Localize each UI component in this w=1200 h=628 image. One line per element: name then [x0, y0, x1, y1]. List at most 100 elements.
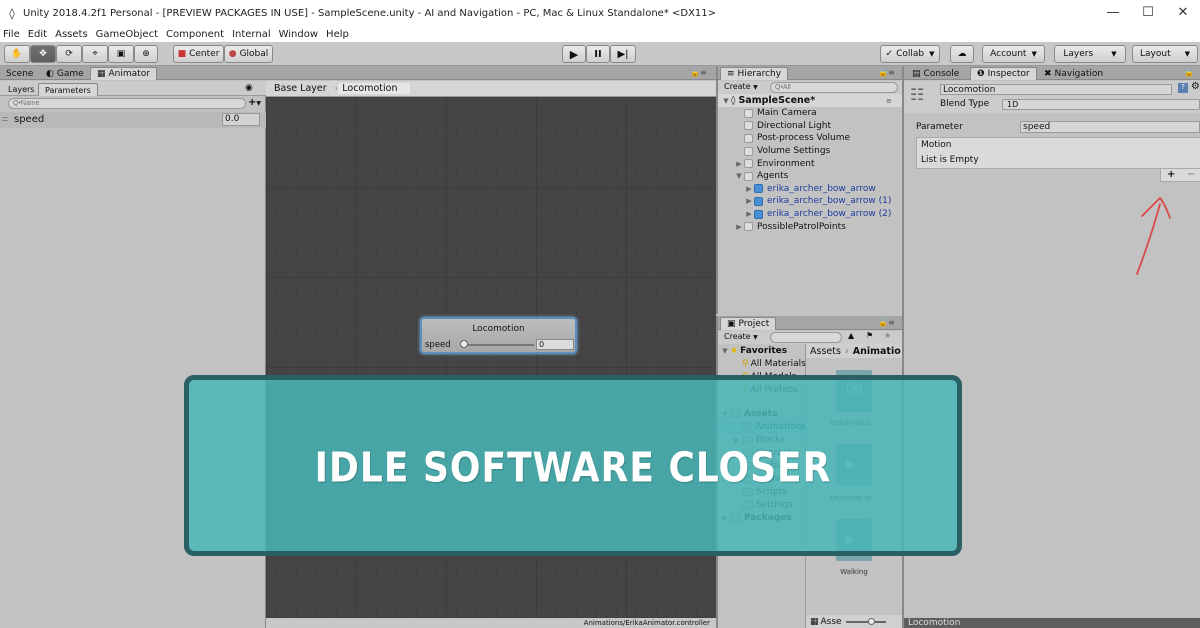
- eye-icon[interactable]: ◉: [245, 83, 253, 93]
- node-param-label: speed: [425, 340, 451, 350]
- breadcrumb-assets[interactable]: Assets: [810, 346, 841, 357]
- project-create-button[interactable]: Create ▼: [724, 332, 758, 341]
- parameter-value[interactable]: 0.0: [222, 113, 260, 126]
- rect-icon: ▣: [116, 49, 126, 59]
- drag-handle-icon[interactable]: [2, 117, 8, 121]
- hierarchy-item[interactable]: Volume Settings: [734, 145, 830, 158]
- scene-menu-icon[interactable]: ≡: [886, 97, 892, 105]
- collab-dropdown[interactable]: ✓ Collab ▼: [880, 45, 940, 63]
- slider-thumb[interactable]: [867, 617, 875, 625]
- rotate-tool-button[interactable]: ⟳: [56, 45, 82, 63]
- hierarchy-item-label: erika_archer_bow_arrow (1): [767, 196, 892, 207]
- object-name-field[interactable]: Locomotion: [940, 84, 1172, 95]
- parameter-search-input[interactable]: [8, 98, 246, 109]
- tab-project[interactable]: ▣ Project: [720, 317, 777, 330]
- info-icon: ❶: [977, 69, 985, 79]
- project-search-input[interactable]: [770, 332, 842, 343]
- pivot-center-button[interactable]: ■ Center: [173, 45, 224, 63]
- menu-gameobject[interactable]: GameObject: [93, 29, 163, 40]
- help-icon[interactable]: ?: [1178, 83, 1188, 93]
- remove-motion-button[interactable]: −: [1187, 169, 1195, 180]
- tab-game[interactable]: ◐ Game: [40, 67, 90, 80]
- hierarchy-item[interactable]: Post-process Volume: [734, 132, 850, 145]
- expand-arrow-icon[interactable]: ▶: [744, 210, 754, 218]
- menu-window[interactable]: Window: [276, 29, 323, 40]
- hierarchy-create-button[interactable]: Create ▼: [724, 82, 758, 91]
- parameter-row[interactable]: speed 0.0: [0, 112, 266, 128]
- scene-root[interactable]: ▼ ◊ SampleScene* ≡: [718, 94, 902, 107]
- space-global-button[interactable]: ● Global: [224, 45, 273, 63]
- lock-icon[interactable]: 🔒≡: [690, 68, 707, 77]
- menu-file[interactable]: File: [0, 29, 25, 40]
- expand-arrow-icon[interactable]: ▶: [734, 160, 744, 168]
- tab-parameters[interactable]: Parameters: [38, 83, 98, 96]
- menu-help[interactable]: Help: [323, 29, 354, 40]
- rect-tool-button[interactable]: ▣: [108, 45, 134, 63]
- tab-scene[interactable]: Scene: [0, 67, 39, 80]
- hand-tool-button[interactable]: ✋: [4, 45, 30, 63]
- hierarchy-item[interactable]: ▼ Agents: [734, 170, 788, 183]
- hand-icon: ✋: [11, 49, 23, 59]
- scale-tool-button[interactable]: ⌖: [82, 45, 108, 63]
- lock-icon[interactable]: 🔒≡: [878, 318, 895, 327]
- layers-dropdown[interactable]: Layers ▼: [1054, 45, 1126, 63]
- tab-navigation[interactable]: ✖ Navigation: [1038, 67, 1109, 80]
- menu-internal[interactable]: Internal: [229, 29, 276, 40]
- filter-type-icon[interactable]: ▲: [848, 331, 854, 340]
- expand-arrow-icon[interactable]: ▶: [744, 197, 754, 205]
- add-motion-button[interactable]: +: [1167, 169, 1175, 180]
- tab-console[interactable]: ▤ Console: [906, 67, 965, 80]
- lock-icon[interactable]: 🔒: [1184, 68, 1194, 77]
- gear-icon[interactable]: ⚙: [1191, 81, 1200, 92]
- layout-dropdown[interactable]: Layout ▼: [1132, 45, 1198, 63]
- blend-tree-node[interactable]: Locomotion speed 0: [420, 317, 577, 354]
- hierarchy-search-input[interactable]: [770, 82, 898, 93]
- hierarchy-item[interactable]: ▶ PossiblePatrolPoints: [734, 220, 846, 233]
- cloud-button[interactable]: ☁: [950, 45, 974, 63]
- parameter-name: speed: [14, 114, 45, 125]
- breadcrumb-base-layer[interactable]: Base Layer: [266, 83, 335, 94]
- favorites-node[interactable]: ▼ ★ Favorites: [720, 345, 787, 358]
- pause-button[interactable]: II: [586, 45, 610, 63]
- play-button[interactable]: ▶: [562, 45, 586, 63]
- hierarchy-item[interactable]: Main Camera: [734, 107, 817, 120]
- maximize-button[interactable]: ☐: [1133, 4, 1163, 22]
- minimize-button[interactable]: —: [1098, 4, 1128, 22]
- account-dropdown[interactable]: Account ▼: [982, 45, 1045, 63]
- expand-arrow-icon[interactable]: ▼: [734, 172, 744, 180]
- expand-arrow-icon[interactable]: ▼: [721, 97, 731, 105]
- tab-inspector[interactable]: ❶ Inspector: [970, 67, 1037, 80]
- step-button[interactable]: ▶|: [610, 45, 636, 63]
- tab-hierarchy[interactable]: ≡ Hierarchy: [720, 67, 789, 80]
- favorite-star-icon[interactable]: ★: [884, 331, 891, 340]
- add-parameter-button[interactable]: +▼: [248, 97, 261, 108]
- hierarchy-item[interactable]: ▶ Environment: [734, 157, 814, 170]
- fav-item[interactable]: ⚲ All Materials: [742, 358, 806, 371]
- parameter-dropdown[interactable]: speed: [1020, 121, 1200, 133]
- tab-animator[interactable]: ▦ Animator: [90, 67, 157, 80]
- expand-arrow-icon[interactable]: ▼: [720, 347, 730, 355]
- node-slider-thumb[interactable]: [460, 340, 468, 348]
- asset-label: Walking: [840, 568, 868, 576]
- menu-component[interactable]: Component: [163, 29, 229, 40]
- node-value-field[interactable]: 0: [536, 339, 574, 350]
- menu-edit[interactable]: Edit: [25, 29, 52, 40]
- blend-type-dropdown[interactable]: 1D: [1002, 99, 1200, 110]
- icon-size-slider[interactable]: [845, 617, 886, 625]
- menu-assets[interactable]: Assets: [52, 29, 93, 40]
- hierarchy-item[interactable]: ▶ erika_archer_bow_arrow (1): [744, 195, 891, 208]
- breadcrumb-locomotion[interactable]: Locomotion: [338, 83, 410, 94]
- lock-icon[interactable]: 🔒≡: [878, 68, 895, 77]
- node-slider-track[interactable]: [464, 344, 534, 346]
- hierarchy-item[interactable]: Directional Light: [734, 120, 831, 133]
- close-button[interactable]: ✕: [1168, 4, 1198, 22]
- tab-layers[interactable]: Layers: [2, 83, 40, 96]
- expand-arrow-icon[interactable]: ▶: [744, 185, 754, 193]
- breadcrumb-animations[interactable]: Animatio: [853, 346, 901, 357]
- filter-label-icon[interactable]: ⚑: [866, 331, 873, 340]
- hierarchy-item[interactable]: ▶ erika_archer_bow_arrow: [744, 183, 875, 196]
- transform-tool-button[interactable]: ⊕: [134, 45, 158, 63]
- expand-arrow-icon[interactable]: ▶: [734, 223, 744, 231]
- hierarchy-item[interactable]: ▶ erika_archer_bow_arrow (2): [744, 208, 891, 221]
- move-tool-button[interactable]: ✥: [30, 45, 56, 63]
